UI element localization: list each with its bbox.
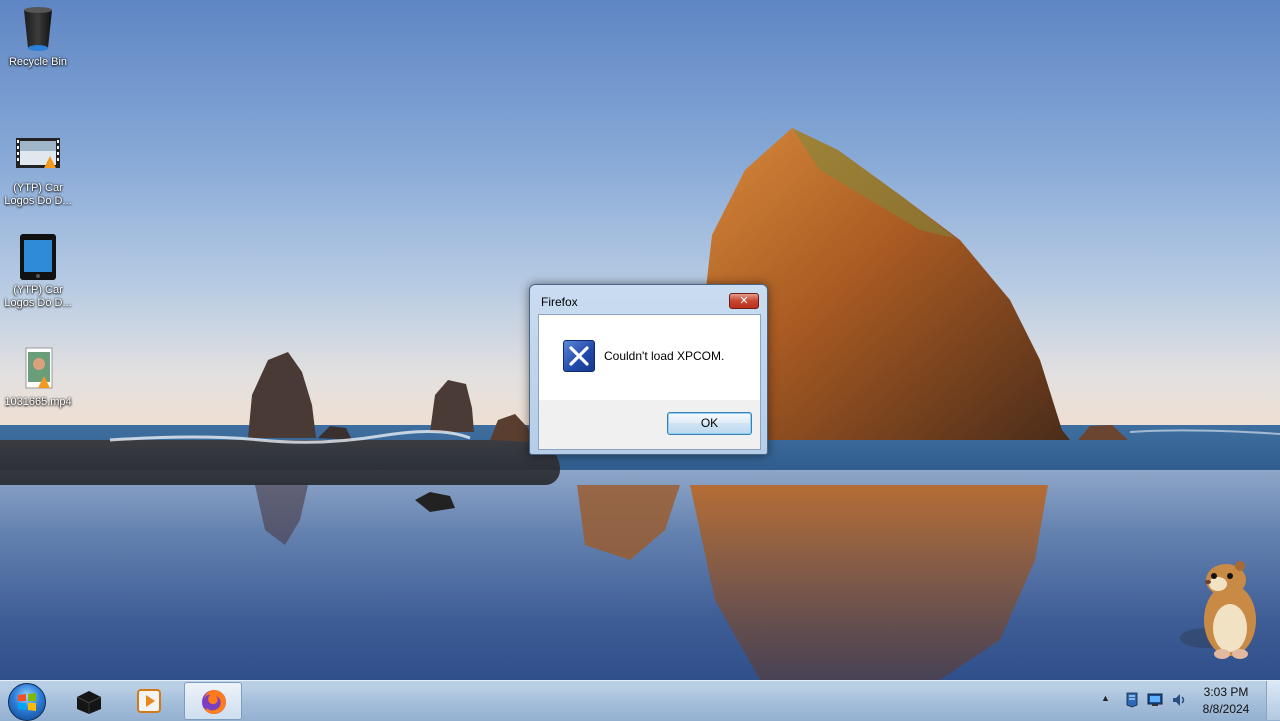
action-center-icon[interactable] — [1124, 692, 1140, 708]
desktop-icon-label: (YTP) Car Logos Do D... — [4, 284, 72, 309]
close-button[interactable]: ✕ — [729, 293, 759, 309]
desktop-icon-recycle-bin[interactable]: Recycle Bin — [0, 6, 76, 69]
error-x-icon — [563, 340, 595, 372]
network-icon[interactable] — [1147, 692, 1163, 708]
clock-date: 8/8/2024 — [1202, 702, 1250, 716]
desktop-icon-ytp-video-1[interactable]: (YTP) Car Logos Do D... — [0, 132, 76, 208]
recycle-bin-icon — [14, 6, 62, 54]
firefox-icon — [200, 688, 228, 716]
system-clock[interactable]: 3:03 PM 8/8/2024 — [1196, 684, 1256, 718]
ok-button[interactable]: OK — [667, 412, 752, 435]
desktop-icon-ytp-video-2[interactable]: (YTP) Car Logos Do D... — [0, 234, 76, 310]
desktop-icon-mp4[interactable]: 1031665.mp4 — [0, 346, 76, 409]
media-player-icon — [135, 687, 163, 715]
windows-start-orb[interactable] — [8, 683, 46, 721]
dialog-title: Firefox — [541, 295, 578, 309]
dialog-message: Couldn't load XPCOM. — [604, 349, 725, 363]
tablet-file-icon — [14, 234, 62, 282]
volume-icon[interactable] — [1171, 692, 1187, 708]
taskbar-item-black-box[interactable] — [60, 682, 118, 720]
desktop-icon-label: Recycle Bin — [8, 56, 68, 68]
video-file-icon — [14, 132, 62, 180]
show-desktop-button[interactable] — [1266, 681, 1280, 720]
taskbar — [0, 680, 1280, 721]
hamster-icon[interactable] — [1178, 558, 1264, 662]
dialog-message-area: Couldn't load XPCOM. — [539, 315, 760, 400]
taskbar-item-media-player[interactable] — [120, 682, 178, 720]
tray-overflow-arrow[interactable]: ▲ — [1101, 693, 1110, 703]
desktop-icon-label: 1031665.mp4 — [4, 396, 72, 408]
mp4-file-icon — [14, 346, 62, 394]
dialog-body: Couldn't load XPCOM. OK — [538, 314, 761, 450]
taskbar-item-firefox[interactable] — [184, 682, 242, 720]
error-dialog: Firefox ✕ Couldn't load XPCOM. OK — [529, 284, 768, 455]
black-box-icon — [75, 687, 103, 715]
clock-time: 3:03 PM — [1203, 685, 1249, 699]
desktop-icon-label: (YTP) Car Logos Do D... — [4, 182, 72, 207]
